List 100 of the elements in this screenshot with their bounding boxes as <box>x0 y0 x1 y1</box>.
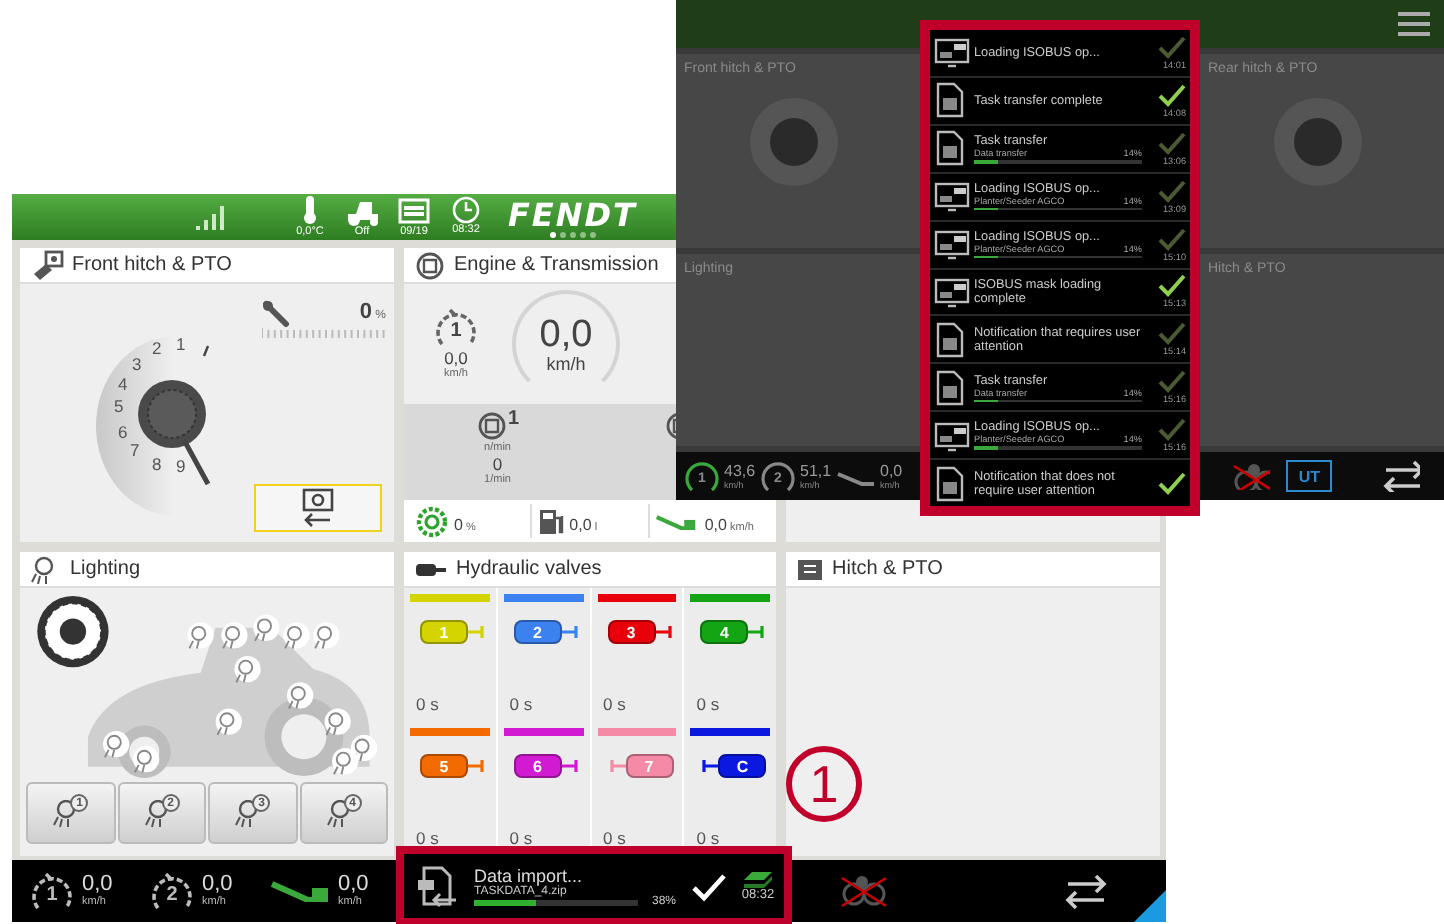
panel-title: Front hitch & PTO <box>72 254 232 276</box>
panel-title: Hydraulic valves <box>456 558 602 580</box>
scale-number: 2 <box>152 340 162 358</box>
valve-time: 0 s <box>694 828 722 848</box>
terminal-icon <box>934 180 970 213</box>
document-icon <box>934 321 966 358</box>
footer-value: 0,0 <box>569 515 592 533</box>
scale-number: 7 <box>130 442 140 460</box>
speed-value: 0,0 <box>82 873 113 895</box>
panel-title: Hitch & PTO <box>832 558 943 580</box>
cruise-index: 1 <box>450 320 462 342</box>
hitch-icon <box>30 249 64 281</box>
speed-value: 0,0 <box>202 873 233 895</box>
cruise-control-icon <box>28 869 76 913</box>
dial-drawing <box>1268 92 1368 192</box>
valve-time: 0 s <box>601 828 628 848</box>
position-value: 0 <box>359 300 372 324</box>
fuel-icon <box>535 505 564 537</box>
connector-icon <box>748 626 767 638</box>
scale-number: 1 <box>176 336 186 354</box>
scale-number: 3 <box>132 356 142 374</box>
page-dot[interactable] <box>589 231 596 237</box>
pto-icon <box>416 505 448 537</box>
terminal-icon <box>934 228 970 261</box>
callout-number: 1 <box>786 746 862 822</box>
connector-icon <box>607 760 625 772</box>
check-icon <box>690 869 726 901</box>
terminal-icon <box>934 275 970 308</box>
signal-icon <box>192 201 228 233</box>
page-dot[interactable] <box>549 231 556 237</box>
disabled-implement-icon <box>1230 463 1271 489</box>
cruise-control-icon <box>148 869 196 913</box>
corner-triangle <box>1134 890 1166 922</box>
connector-icon <box>468 626 486 638</box>
connector-icon <box>561 760 580 772</box>
connector-icon <box>655 626 673 638</box>
clock-icon <box>452 196 480 224</box>
switch-arrows-icon <box>1380 460 1420 492</box>
panel-title: Engine & Transmission <box>454 254 659 276</box>
slip-icon <box>268 880 332 902</box>
connector-icon <box>468 760 486 772</box>
terminal-icon <box>934 419 970 452</box>
page-dot[interactable] <box>579 231 586 237</box>
page-dot[interactable] <box>569 231 576 237</box>
valve-time: 0 s <box>601 694 628 714</box>
dial-drawing <box>744 92 844 192</box>
document-import-icon <box>416 863 460 907</box>
menu-icon <box>1396 10 1432 38</box>
speed-value: 0,0 <box>539 315 593 353</box>
layers-icon <box>740 868 776 888</box>
engine-icon <box>414 249 446 281</box>
speed-value: 0,0 <box>338 873 369 895</box>
notification-title: Data import... <box>474 865 585 885</box>
cruise-control-icon <box>432 306 480 350</box>
cruise-speed: 0,0 <box>444 350 468 368</box>
lamp-icon <box>325 799 350 827</box>
hitch-settings-button[interactable] <box>254 484 382 532</box>
brand-logo: FENDT <box>508 197 637 231</box>
scale-number: 6 <box>118 424 128 442</box>
valve-time: 0 s <box>414 694 441 714</box>
scale-number: 4 <box>118 376 128 394</box>
valve-time: 0 s <box>414 828 441 848</box>
speed-value: 51,1 <box>800 463 832 479</box>
speed-value: 43,6 <box>724 463 756 479</box>
footer-value: 0,0 <box>704 515 727 533</box>
panel-title: Lighting <box>70 558 141 580</box>
cruise-index: 2 <box>166 884 178 906</box>
page-dot[interactable] <box>559 231 566 237</box>
speed-unit: km/h <box>546 353 586 373</box>
disabled-implement-icon <box>838 875 890 907</box>
valve-time: 0 s <box>507 828 535 848</box>
terminal-icon <box>934 36 970 69</box>
document-icon <box>934 465 966 502</box>
cruise-control-icon <box>684 458 720 494</box>
scale-number: 5 <box>114 398 124 416</box>
position-scale <box>262 328 386 338</box>
document-icon <box>934 369 966 406</box>
hitch-arm-icon <box>262 300 290 328</box>
lamp-icon <box>52 799 77 827</box>
switch-arrows-icon <box>1062 873 1110 909</box>
valve-time: 0 s <box>694 694 722 714</box>
calendar-icon <box>398 195 430 225</box>
valve-time: 0 s <box>507 694 535 714</box>
footer-value: 0 <box>454 515 463 533</box>
cruise-index: 1 <box>46 884 58 906</box>
connector-icon <box>700 760 719 772</box>
ut-button[interactable]: UT <box>1286 460 1332 492</box>
cruise-control-icon <box>760 458 796 494</box>
engine-memory-index: 1 <box>508 410 520 430</box>
lamp-icon <box>234 799 259 827</box>
hitch-pto-icon <box>796 557 824 581</box>
engine-icon <box>476 410 508 442</box>
scale-number: 8 <box>152 456 162 474</box>
rpm-value: 0 <box>492 456 503 474</box>
document-icon <box>934 82 966 119</box>
gear-arrow-icon <box>298 488 338 528</box>
lamp-icon <box>143 799 168 827</box>
document-icon <box>934 130 966 167</box>
speed-value: 0,0 <box>880 463 903 479</box>
scale-number: 9 <box>176 458 186 476</box>
